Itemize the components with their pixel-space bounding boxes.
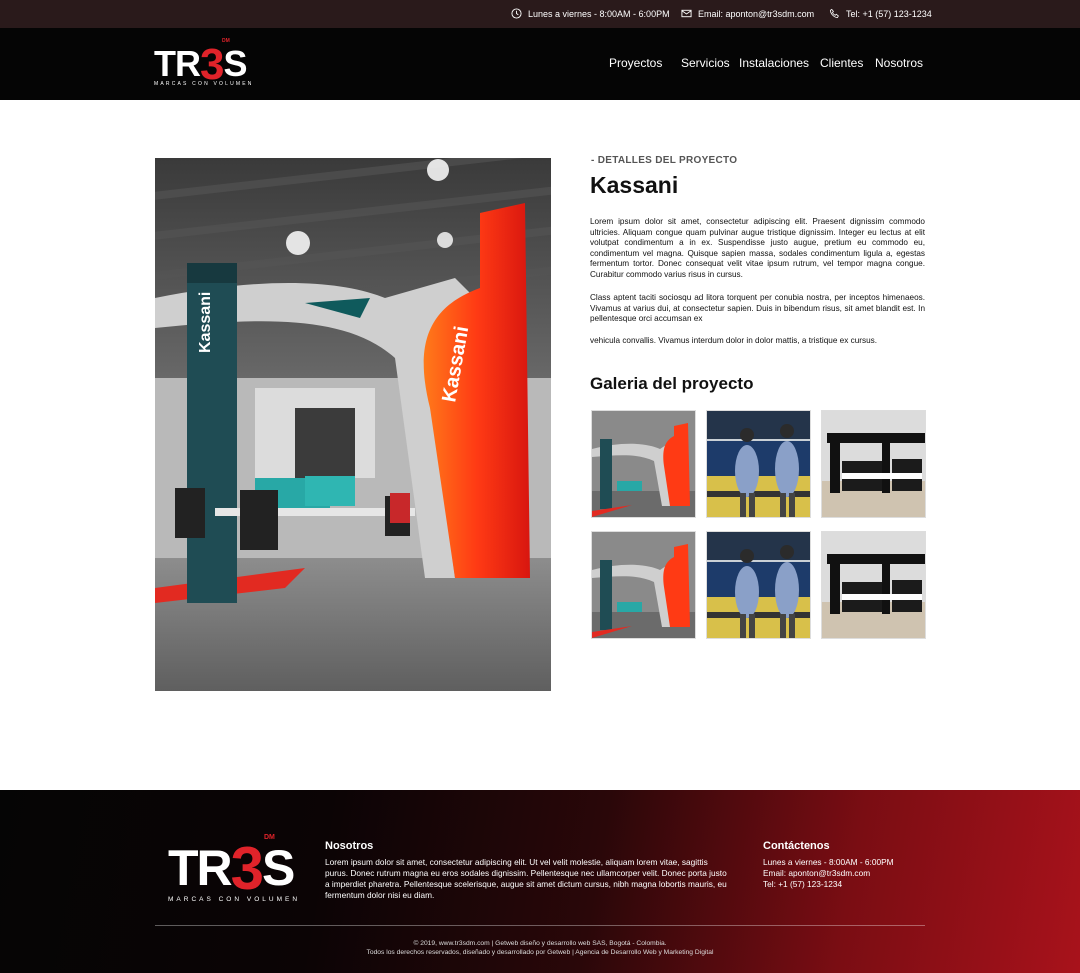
footer-logo-dm: DM	[264, 834, 275, 841]
footer-contact-email[interactable]: Email: aponton@tr3sdm.com	[763, 868, 870, 879]
gallery-thumb[interactable]	[821, 531, 926, 639]
project-title: Kassani	[590, 172, 679, 198]
gallery-thumb[interactable]	[591, 410, 696, 518]
project-main-image: Kassani Kassani	[155, 158, 551, 691]
footer-logo-part-s: S	[262, 840, 295, 896]
email-info[interactable]: Email: aponton@tr3sdm.com	[681, 8, 814, 19]
gallery-thumb[interactable]	[706, 531, 811, 639]
hours-text: Lunes a viernes - 8:00AM - 6:00PM	[528, 8, 670, 19]
gallery-title: Galeria del proyecto	[590, 374, 754, 393]
footer-divider	[155, 925, 925, 926]
site-footer: TR3S DM MARCAS CON VOLUMEN Nosotros Lore…	[0, 790, 1080, 973]
project-kicker: - DETALLES DEL PROYECTO	[591, 155, 738, 166]
thumb-promoters-image	[707, 532, 810, 638]
footer-logo[interactable]: TR3S DM MARCAS CON VOLUMEN	[168, 834, 298, 906]
footer-logo-tagline: MARCAS CON VOLUMEN	[168, 896, 301, 903]
project-paragraph-1: Lorem ipsum dolor sit amet, consectetur …	[590, 217, 925, 279]
footer-logo-wordmark: TR3S	[168, 839, 295, 899]
nav-item-clientes[interactable]: Clientes	[820, 56, 863, 70]
phone-info[interactable]: Tel: +1 (57) 123-1234	[829, 8, 932, 19]
project-paragraph-2: Class aptent taciti sociosqu ad litora t…	[590, 293, 925, 324]
thumb-booth-image	[592, 532, 695, 638]
nav-item-instalaciones[interactable]: Instalaciones	[739, 56, 809, 70]
logo-tagline: MARCAS CON VOLUMEN	[154, 81, 254, 87]
envelope-icon	[681, 9, 692, 18]
nav-item-servicios[interactable]: Servicios	[681, 56, 730, 70]
top-info-bar: Lunes a viernes - 8:00AM - 6:00PM Email:…	[0, 0, 1080, 28]
site-logo[interactable]: TR3S DM MARCAS CON VOLUMEN	[154, 38, 251, 90]
footer-logo-part-tr: TR	[168, 840, 233, 896]
footer-copyright-line-2[interactable]: Todos los derechos reservados, diseñado …	[0, 949, 1080, 956]
gallery-thumb[interactable]	[821, 410, 926, 518]
logo-part-s: S	[223, 43, 247, 84]
gallery-thumb[interactable]	[591, 531, 696, 639]
booth-illustration: Kassani Kassani	[155, 158, 551, 691]
footer-copyright-line-1: © 2019, www.tr3sdm.com | Getweb diseño y…	[413, 940, 667, 947]
booth-tower-sign: Kassani	[197, 292, 214, 353]
project-paragraph-3: vehicula convallis. Vivamus interdum dol…	[590, 336, 877, 345]
gallery-thumb[interactable]	[706, 410, 811, 518]
phone-text[interactable]: Tel: +1 (57) 123-1234	[846, 9, 932, 19]
email-text[interactable]: Email: aponton@tr3sdm.com	[698, 9, 814, 19]
main-navbar: TR3S DM MARCAS CON VOLUMEN Proyectos Ser…	[0, 28, 1080, 100]
nav-item-nosotros[interactable]: Nosotros	[875, 56, 923, 70]
logo-part-tr: TR	[154, 43, 201, 84]
footer-about-title: Nosotros	[325, 840, 374, 852]
footer-logo-part-3: 3	[230, 835, 264, 902]
footer-contact-title: Contáctenos	[763, 840, 830, 852]
thumb-store-image	[822, 532, 925, 638]
thumb-promoters-image	[707, 411, 810, 517]
hours-info: Lunes a viernes - 8:00AM - 6:00PM	[511, 8, 670, 19]
thumb-store-image	[822, 411, 925, 517]
logo-dm: DM	[222, 38, 230, 44]
footer-contact-phone[interactable]: Tel: +1 (57) 123-1234	[763, 879, 842, 890]
thumb-booth-image	[592, 411, 695, 517]
phone-icon	[829, 8, 839, 19]
footer-about-text: Lorem ipsum dolor sit amet, consectetur …	[325, 857, 727, 900]
logo-wordmark: TR3S	[154, 43, 248, 87]
clock-icon	[511, 8, 522, 19]
footer-contact-hours: Lunes a viernes - 8:00AM - 6:00PM	[763, 857, 894, 867]
nav-item-proyectos[interactable]: Proyectos	[609, 56, 662, 70]
